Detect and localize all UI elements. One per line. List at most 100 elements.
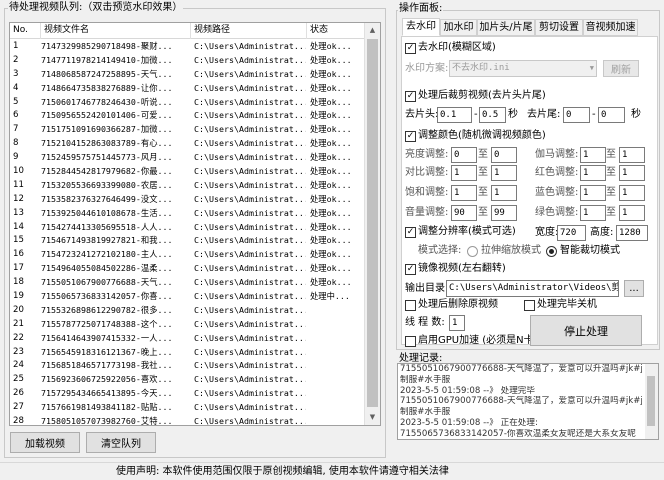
mirror-video-label[interactable]: 镜像视频(左右翻转) [418, 262, 506, 276]
trim-head-from-input[interactable]: 0.1 [437, 107, 472, 123]
color-adjust-from-input[interactable]: 1 [580, 165, 606, 181]
table-row[interactable]: 9 7152459575751445773-风月... C:\Users\Admin… [10, 151, 365, 165]
table-row[interactable]: 20 7155326898612290782-很多... C:\Users\Admi… [10, 304, 365, 318]
queue-table[interactable]: No. 视频文件名 视频路径 状态 1 7147329985290718498-聚… [9, 22, 381, 426]
table-row[interactable]: 2 7147711978214149410-加微... C:\Users\Admin… [10, 54, 365, 68]
log-scrollbar[interactable] [645, 364, 658, 439]
color-adjust-from-input[interactable]: 0 [451, 147, 477, 163]
color-adjust-from-input[interactable]: 1 [580, 147, 606, 163]
output-dir-input[interactable]: C:\Users\Administrator\Videos\剪辑过 [446, 280, 619, 297]
trim-video-checkbox[interactable]: ✓ [405, 91, 416, 102]
table-row[interactable]: 28 7158051057073982760-艾特... C:\Users\Admi… [10, 415, 365, 425]
tab-av-speed[interactable]: 音视频加速 [583, 19, 638, 36]
threads-input[interactable]: 1 [449, 315, 465, 331]
table-row[interactable]: 23 7156545918316121367-晚上... C:\Users\Admi… [10, 346, 365, 360]
stop-processing-button[interactable]: 停止处理 [530, 315, 642, 346]
tab-cut-settings[interactable]: 剪切设置 [535, 19, 583, 36]
row-status: 处理ok... [310, 207, 352, 218]
column-header-status[interactable]: 状态 [307, 23, 365, 39]
color-adjust-to-input[interactable]: 1 [491, 165, 517, 181]
color-adjust-from-input[interactable]: 1 [451, 165, 477, 181]
trim-head-to-input[interactable]: 0.5 [479, 107, 506, 123]
table-row[interactable]: 26 7157295434665413895-今天... C:\Users\Admi… [10, 387, 365, 401]
mode-stretch-radio[interactable] [467, 246, 478, 257]
color-adjust-to-input[interactable]: 99 [491, 205, 517, 221]
mode-crop-label[interactable]: 智能裁切模式 [560, 244, 620, 258]
table-row[interactable]: 27 7157661981493841182-贴贴... C:\Users\Admi… [10, 401, 365, 415]
tab-intro-outro[interactable]: 加片头/片尾 [477, 19, 535, 36]
shutdown-checkbox[interactable] [524, 300, 535, 311]
column-header-no[interactable]: No. [10, 23, 41, 39]
color-adjust-to-input[interactable]: 1 [619, 165, 645, 181]
delete-original-label[interactable]: 处理后删除原视频 [418, 298, 498, 312]
table-row[interactable]: 15 7154671493819927821-和我... C:\Users\Admi… [10, 234, 365, 248]
table-row[interactable]: 22 7156414643907415332-一人... C:\Users\Admi… [10, 332, 365, 346]
gpu-accel-label[interactable]: 启用GPU加速 (必须是N卡) [418, 334, 538, 348]
row-number: 3 [13, 68, 19, 79]
scroll-up-icon[interactable]: ▲ [365, 23, 380, 38]
column-header-path[interactable]: 视频路径 [191, 23, 307, 39]
trim-video-label[interactable]: 处理后裁剪视频(去片头片尾) [418, 89, 546, 103]
trim-tail-to-input[interactable]: 0 [598, 107, 625, 123]
color-adjust-to-input[interactable]: 1 [619, 185, 645, 201]
chevron-down-icon[interactable]: ▼ [590, 61, 594, 75]
remove-watermark-checkbox[interactable]: ✓ [405, 43, 416, 54]
color-adjust-to-input[interactable]: 0 [491, 147, 517, 163]
tab-add-watermark[interactable]: 加水印 [440, 19, 477, 36]
adjust-color-label[interactable]: 调整颜色(随机微调视频颜色) [418, 129, 546, 143]
table-row[interactable]: 10 7152844542817979682-你最... C:\Users\Admi… [10, 165, 365, 179]
column-header-filename[interactable]: 视频文件名 [41, 23, 191, 39]
queue-scrollbar[interactable]: ▲ ▼ [364, 23, 380, 425]
table-row[interactable]: 1 7147329985290718498-聚财... C:\Users\Admin… [10, 40, 365, 54]
table-row[interactable]: 21 7155787725071748388-这个... C:\Users\Admi… [10, 318, 365, 332]
table-row[interactable]: 24 7156851846571773198-我社... C:\Users\Admi… [10, 359, 365, 373]
color-adjust-from-input[interactable]: 1 [580, 185, 606, 201]
mode-stretch-label[interactable]: 拉伸缩放模式 [481, 244, 541, 258]
browse-output-button[interactable]: ... [624, 280, 644, 297]
color-adjust-from-input[interactable]: 1 [580, 205, 606, 221]
table-row[interactable]: 11 7153205536693399080-农居... C:\Users\Admi… [10, 179, 365, 193]
table-row[interactable]: 12 7153582376327646499-没文... C:\Users\Admi… [10, 193, 365, 207]
table-row[interactable]: 8 7152104152863083789-有心... C:\Users\Admin… [10, 137, 365, 151]
table-row[interactable]: 19 7155065736833142057-你喜... C:\Users\Admi… [10, 290, 365, 304]
clear-queue-button[interactable]: 清空队列 [86, 432, 156, 453]
table-row[interactable]: 3 7148068587247258895-天气... C:\Users\Admin… [10, 68, 365, 82]
color-adjust-from-input[interactable]: 90 [451, 205, 477, 221]
watermark-scheme-select[interactable]: 不去水印.ini ▼ [449, 60, 597, 77]
row-status: 处理中... [310, 291, 350, 302]
row-number: 17 [13, 263, 24, 274]
height-input[interactable]: 1280 [616, 225, 648, 241]
table-row[interactable]: 6 7150956552420101406-可爱... C:\Users\Admin… [10, 109, 365, 123]
table-row[interactable]: 17 7154964055084502286-温柔... C:\Users\Admi… [10, 262, 365, 276]
trim-tail-from-input[interactable]: 0 [563, 107, 590, 123]
delete-original-checkbox[interactable] [405, 300, 416, 311]
table-row[interactable]: 4 7148664735838276889-让你... C:\Users\Admin… [10, 82, 365, 96]
mode-crop-radio[interactable] [546, 246, 557, 257]
color-adjust-from-input[interactable]: 1 [451, 185, 477, 201]
shutdown-label[interactable]: 处理完毕关机 [537, 298, 597, 312]
width-input[interactable]: 720 [557, 225, 586, 241]
color-adjust-to-input[interactable]: 1 [619, 205, 645, 221]
log-box[interactable]: 7155051067900776688-天气降温了，爱意可以升温吗#jk#jk 制… [397, 363, 659, 440]
log-scrollbar-thumb[interactable] [647, 376, 655, 426]
color-adjust-to-input[interactable]: 1 [491, 185, 517, 201]
table-row[interactable]: 7 7151751091690366287-加微... C:\Users\Admin… [10, 123, 365, 137]
queue-scrollbar-thumb[interactable] [367, 39, 378, 407]
table-row[interactable]: 16 7154723241272102180-主人... C:\Users\Admi… [10, 248, 365, 262]
mirror-video-checkbox[interactable]: ✓ [405, 264, 416, 275]
table-row[interactable]: 13 7153925044610108678-生活... C:\Users\Admi… [10, 207, 365, 221]
adjust-resolution-label[interactable]: 调整分辨率(模式可选) [418, 225, 516, 239]
scroll-down-icon[interactable]: ▼ [365, 410, 380, 425]
table-row[interactable]: 5 7150601746778246430-听说... C:\Users\Admin… [10, 96, 365, 110]
adjust-resolution-checkbox[interactable]: ✓ [405, 227, 416, 238]
table-row[interactable]: 25 7156923606725922056-喜欢... C:\Users\Admi… [10, 373, 365, 387]
tab-remove-watermark[interactable]: 去水印 [402, 18, 440, 36]
load-videos-button[interactable]: 加载视频 [10, 432, 80, 453]
remove-watermark-label[interactable]: 去水印(模糊区域) [418, 41, 496, 55]
table-row[interactable]: 18 7155051067900776688-天气... C:\Users\Admi… [10, 276, 365, 290]
gpu-accel-checkbox[interactable] [405, 336, 416, 347]
table-row[interactable]: 14 7154274413305695518-人人... C:\Users\Admi… [10, 221, 365, 235]
refresh-button[interactable]: 刷新 [603, 60, 639, 77]
color-adjust-to-input[interactable]: 1 [619, 147, 645, 163]
adjust-color-checkbox[interactable]: ✓ [405, 131, 416, 142]
